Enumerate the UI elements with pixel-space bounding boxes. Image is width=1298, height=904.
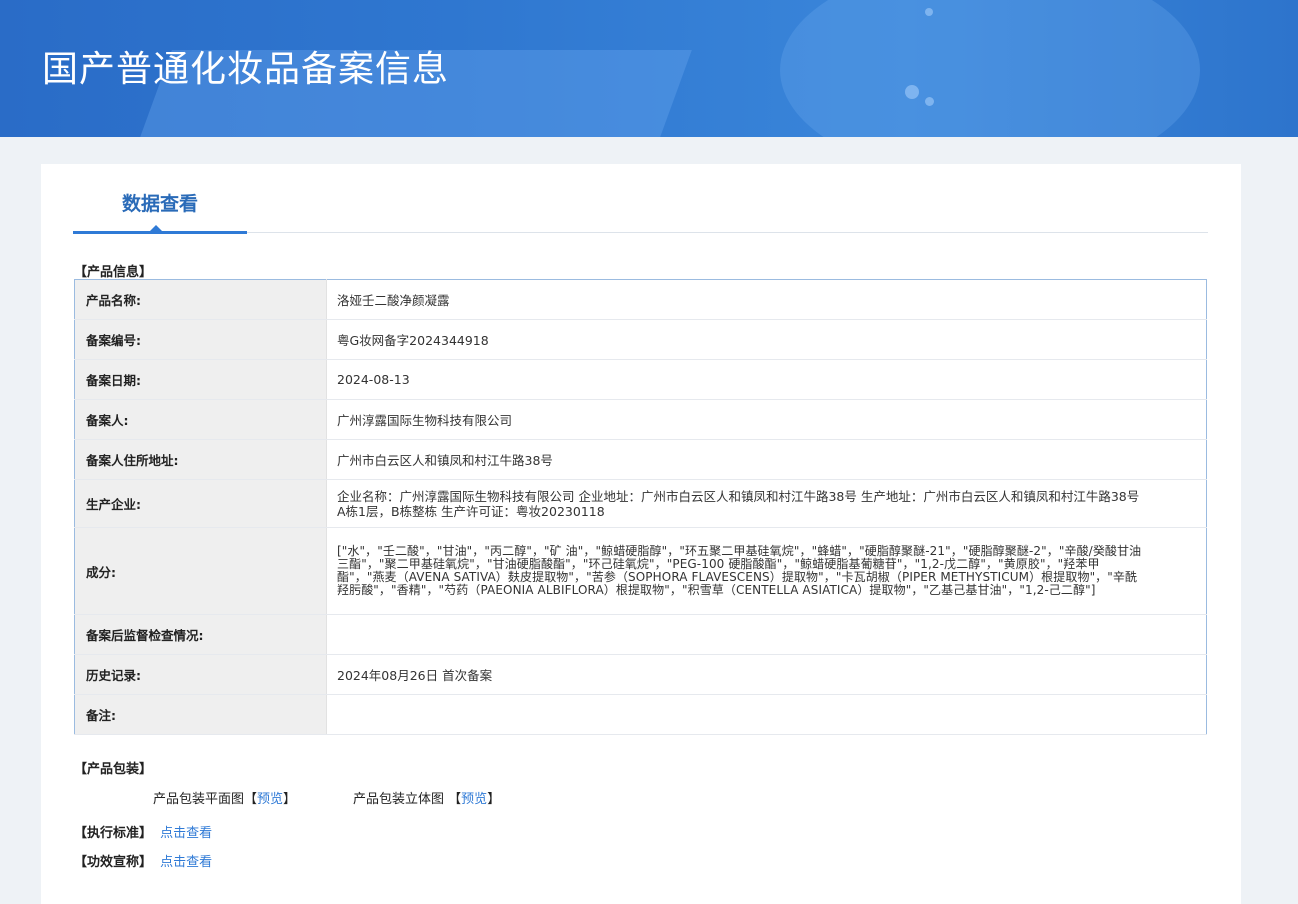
- table-row: 备案人: 广州淳露国际生物科技有限公司: [74, 399, 1207, 440]
- row-label: 生产企业:: [74, 479, 327, 528]
- package-flat-label: 产品包装平面图: [153, 792, 245, 807]
- section-packaging-label: 【产品包装】: [74, 762, 153, 777]
- table-row: 备案编号: 粤G妆网备字2024344918: [74, 319, 1207, 360]
- header-decoration: [905, 85, 919, 99]
- product-info-table: 产品名称: 洛娅壬二酸净颜凝露 备案编号: 粤G妆网备字2024344918 备…: [74, 279, 1207, 735]
- bracket: 【: [244, 792, 258, 807]
- page-header: 国产普通化妆品备案信息: [0, 0, 1298, 137]
- header-decoration: [925, 8, 933, 16]
- table-row: 生产企业: 企业名称：广州淳露国际生物科技有限公司 企业地址：广州市白云区人和镇…: [74, 479, 1207, 528]
- history-value: 2024年08月26日 首次备案: [326, 654, 1207, 695]
- manufacturer-value: 企业名称：广州淳露国际生物科技有限公司 企业地址：广州市白云区人和镇凤和村江牛路…: [326, 479, 1207, 528]
- row-label: 备案编号:: [74, 319, 327, 360]
- remarks-value: [326, 694, 1207, 735]
- ingredients-value: ["水"，"壬二酸"，"甘油"，"丙二醇"，"矿 油"，"鲸蜡硬脂醇"，"环五聚…: [326, 527, 1207, 615]
- tab-caret-icon: [149, 225, 163, 232]
- package-flat-row: 产品包装平面图【预览】: [153, 788, 296, 807]
- inspection-value: [326, 614, 1207, 655]
- row-label: 产品名称:: [74, 279, 327, 320]
- row-label: 备案人住所地址:: [74, 439, 327, 480]
- efficacy-view-link[interactable]: 点击查看: [160, 855, 212, 870]
- row-label: 备注:: [74, 694, 327, 735]
- table-row: 历史记录: 2024年08月26日 首次备案: [74, 654, 1207, 695]
- row-label: 备案日期:: [74, 359, 327, 400]
- filer-address-value: 广州市白云区人和镇凤和村江牛路38号: [326, 439, 1207, 480]
- package-flat-preview-link[interactable]: 预览: [257, 792, 283, 807]
- package-stereo-row: 产品包装立体图 【预览】: [353, 788, 500, 807]
- filing-date-value: 2024-08-13: [326, 359, 1207, 400]
- standard-label: 【执行标准】: [74, 826, 153, 841]
- page-title: 国产普通化妆品备案信息: [42, 49, 450, 90]
- table-row: 产品名称: 洛娅壬二酸净颜凝露: [74, 279, 1207, 320]
- filer-value: 广州淳露国际生物科技有限公司: [326, 399, 1207, 440]
- row-label: 备案人:: [74, 399, 327, 440]
- header-decoration: [925, 97, 934, 106]
- content-card: 数据查看 【产品信息】 产品名称: 洛娅壬二酸净颜凝露 备案编号: 粤G妆网备字…: [41, 164, 1241, 904]
- efficacy-label: 【功效宣称】: [74, 855, 153, 870]
- bracket: 】: [283, 792, 297, 807]
- table-row: 备案人住所地址: 广州市白云区人和镇凤和村江牛路38号: [74, 439, 1207, 480]
- standard-view-link[interactable]: 点击查看: [160, 826, 212, 841]
- table-row: 成分: ["水"，"壬二酸"，"甘油"，"丙二醇"，"矿 油"，"鲸蜡硬脂醇"，…: [74, 527, 1207, 615]
- bracket: 【: [448, 792, 462, 807]
- header-decoration: [780, 0, 1200, 137]
- package-stereo-label: 产品包装立体图: [353, 792, 445, 807]
- table-row: 备注:: [74, 694, 1207, 735]
- product-name-value: 洛娅壬二酸净颜凝露: [326, 279, 1207, 320]
- row-label: 成分:: [74, 527, 327, 615]
- bracket: 】: [487, 792, 501, 807]
- table-row: 备案后监督检查情况:: [74, 614, 1207, 655]
- standard-row: 【执行标准】 点击查看: [74, 822, 212, 841]
- efficacy-row: 【功效宣称】 点击查看: [74, 851, 212, 870]
- table-row: 备案日期: 2024-08-13: [74, 359, 1207, 400]
- row-label: 历史记录:: [74, 654, 327, 695]
- package-stereo-preview-link[interactable]: 预览: [461, 792, 487, 807]
- row-label: 备案后监督检查情况:: [74, 614, 327, 655]
- filing-number-value: 粤G妆网备字2024344918: [326, 319, 1207, 360]
- section-product-info-label: 【产品信息】: [74, 265, 153, 280]
